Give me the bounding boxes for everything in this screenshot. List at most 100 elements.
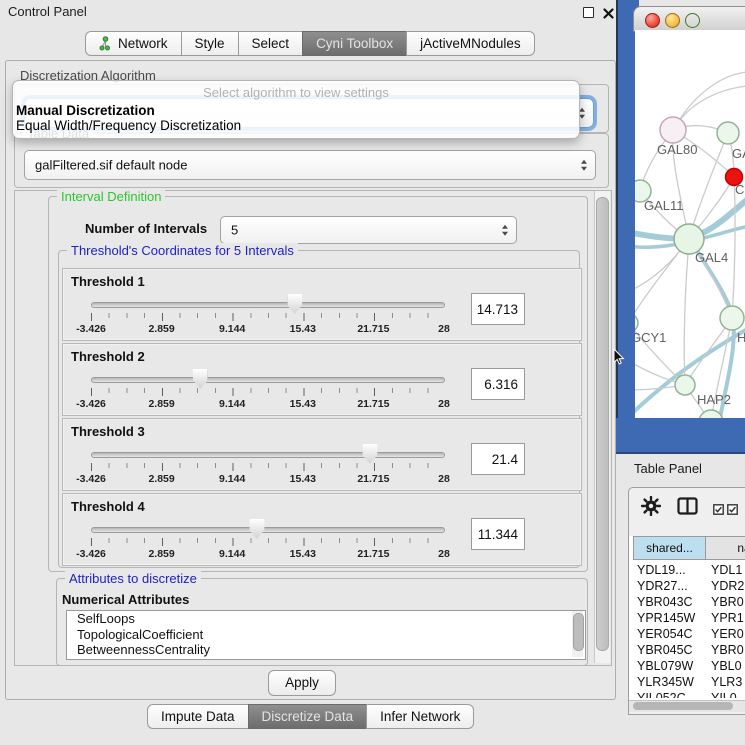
threshold-3-value-field[interactable]: 21.4 (471, 443, 525, 475)
numerical-attributes-list: SelfLoops TopologicalCoefficient Between… (66, 610, 586, 660)
label-partial-ga: GA (732, 146, 745, 161)
label-hap2: HAP2 (697, 392, 731, 407)
dropdown-placeholder: Select algorithm to view settings (13, 85, 579, 100)
table-row[interactable]: YIL052CYIL0 (629, 690, 745, 698)
slider-major-ticks (91, 313, 445, 321)
slider-major-ticks (91, 463, 445, 471)
threshold-1-slider[interactable]: -3.4262.8599.14415.4321.71528 (89, 293, 445, 337)
tab-network-label: Network (118, 36, 168, 51)
network-canvas[interactable]: GAL80 GA GAL11 CY GAL4 GCY1 H HAP2 (635, 30, 745, 418)
mouse-cursor (613, 349, 625, 371)
checkbox-icon-1[interactable] (713, 502, 724, 520)
node-top-right[interactable] (717, 122, 739, 144)
tab-impute-data[interactable]: Impute Data (147, 704, 249, 729)
node-hap2[interactable] (675, 375, 695, 395)
tab-style[interactable]: Style (181, 31, 239, 56)
label-gal11: GAL11 (644, 198, 684, 213)
number-of-intervals-value: 5 (231, 223, 238, 238)
horizontal-scrollbar-thumb[interactable] (633, 702, 733, 710)
checkbox-icon-2[interactable] (727, 502, 738, 520)
minimize-traffic-light[interactable] (665, 13, 680, 28)
bottom-tab-bar: Impute Data Discretize Data Infer Networ… (147, 704, 474, 729)
threshold-2-value-field[interactable]: 6.316 (471, 368, 525, 400)
close-traffic-light[interactable] (645, 13, 660, 28)
slider-tick-labels: -3.4262.8599.14415.4321.71528 (91, 323, 444, 335)
table-panel: shared... na YDL19...YDL1 YDR27...YDR2 Y… (628, 487, 745, 715)
slider-thumb[interactable] (249, 519, 264, 539)
list-item-topologicalcoefficient[interactable]: TopologicalCoefficient (67, 627, 585, 643)
vertical-scrollbar-thumb[interactable] (596, 197, 609, 651)
threshold-2-box: Threshold 2 -3.4262.8599.14415.4321.7152… (62, 343, 582, 416)
float-window-icon[interactable] (583, 7, 594, 18)
gear-icon[interactable] (641, 496, 661, 521)
control-panel-titlebar: Control Panel (0, 0, 620, 24)
table-rows: YDL19...YDL1 YDR27...YDR2 YBR043CYBR0 YP… (629, 562, 745, 698)
node-right[interactable] (720, 306, 744, 330)
dropdown-option-manual-discretization[interactable]: Manual Discretization (16, 103, 155, 118)
combo-stepper-icon (581, 160, 587, 171)
slider-thumb[interactable] (362, 444, 377, 464)
tab-style-label: Style (195, 36, 225, 51)
slider-thumb[interactable] (193, 369, 208, 389)
threshold-4-label: Threshold 4 (71, 499, 145, 514)
threshold-3-label: Threshold 3 (71, 424, 145, 439)
numerical-attributes-label: Numerical Attributes (62, 592, 189, 607)
threshold-1-label: Threshold 1 (71, 274, 145, 289)
number-of-intervals-combobox[interactable]: 5 (220, 216, 517, 244)
threshold-3-box: Threshold 3 -3.4262.8599.14415.4321.7152… (62, 418, 582, 491)
top-tab-bar: Network Style Select Cyni Toolbox jActiv… (85, 31, 535, 56)
label-gal4: GAL4 (695, 250, 728, 265)
network-graph[interactable]: GAL80 GA GAL11 CY GAL4 GCY1 H HAP2 (635, 30, 745, 418)
threshold-3-slider[interactable]: -3.4262.8599.14415.4321.71528 (89, 443, 445, 487)
table-row[interactable]: YBL079WYBL0 (629, 658, 745, 674)
close-icon[interactable] (603, 6, 614, 24)
table-row[interactable]: YBR045CYBR0 (629, 642, 745, 658)
network-icon (99, 35, 112, 58)
zoom-traffic-light[interactable] (685, 13, 700, 28)
network-window-titlebar[interactable] (633, 6, 745, 32)
table-row[interactable]: YDL19...YDL1 (629, 562, 745, 578)
tab-network[interactable]: Network (85, 31, 182, 56)
table-row[interactable]: YLR345WYLR3 (629, 674, 745, 690)
table-row[interactable]: YDR27...YDR2 (629, 578, 745, 594)
threshold-2-label: Threshold 2 (71, 349, 145, 364)
tab-discretize-data-label: Discretize Data (262, 709, 354, 724)
node-gal80[interactable] (660, 117, 686, 143)
table-row[interactable]: YBR043CYBR0 (629, 594, 745, 610)
slider-major-ticks (91, 388, 445, 396)
threshold-coordinates-label: Threshold's Coordinates for 5 Intervals (67, 243, 298, 258)
threshold-1-value-field[interactable]: 14.713 (471, 293, 525, 325)
threshold-4-slider[interactable]: -3.4262.8599.14415.4321.71528 (89, 518, 445, 562)
tab-infer-network[interactable]: Infer Network (366, 704, 474, 729)
interval-definition-label: Interval Definition (57, 189, 165, 204)
table-row[interactable]: YPR145WYPR1 (629, 610, 745, 626)
tab-select[interactable]: Select (238, 31, 304, 56)
list-item-selfloops[interactable]: SelfLoops (67, 611, 585, 627)
list-item-betweennesscentrality[interactable]: BetweennessCentrality (67, 642, 585, 658)
split-columns-icon[interactable] (677, 497, 698, 520)
tab-jactivemnodules[interactable]: jActiveMNodules (406, 31, 535, 56)
column-header-shared-name[interactable]: shared... (633, 536, 706, 560)
table-data-combobox[interactable]: galFiltered.sif default node (24, 150, 596, 180)
label-partial-h: H (737, 330, 745, 345)
dropdown-option-equal-width-frequency[interactable]: Equal Width/Frequency Discretization (16, 118, 241, 133)
tab-cyni-toolbox[interactable]: Cyni Toolbox (302, 31, 407, 56)
threshold-2-slider[interactable]: -3.4262.8599.14415.4321.71528 (89, 368, 445, 412)
table-row[interactable]: YER054CYER0 (629, 626, 745, 642)
slider-thumb[interactable] (287, 294, 302, 314)
screen: Control Panel Network Style Select Cyni … (0, 0, 745, 745)
apply-button[interactable]: Apply (268, 670, 336, 696)
threshold-1-box: Threshold 1 -3.4262.8599.14415.4321.7152… (62, 268, 582, 341)
threshold-4-box: Threshold 4 -3.4262.8599.14415.4321.7152… (62, 493, 582, 566)
number-of-intervals-label: Number of Intervals (85, 221, 207, 236)
list-scrollbar-thumb[interactable] (573, 613, 584, 651)
algorithm-dropdown-popup: Select algorithm to view settings Manual… (12, 80, 580, 139)
column-header-name[interactable]: na (705, 536, 745, 560)
tab-cyni-toolbox-label: Cyni Toolbox (316, 36, 393, 51)
tab-discretize-data[interactable]: Discretize Data (248, 704, 368, 729)
table-panel-title: Table Panel (634, 461, 702, 476)
table-data-value: galFiltered.sif default node (35, 158, 187, 173)
network-window-frame-bottom (616, 418, 745, 454)
threshold-4-value-field[interactable]: 11.344 (471, 518, 525, 550)
panel-title: Control Panel (8, 4, 87, 19)
